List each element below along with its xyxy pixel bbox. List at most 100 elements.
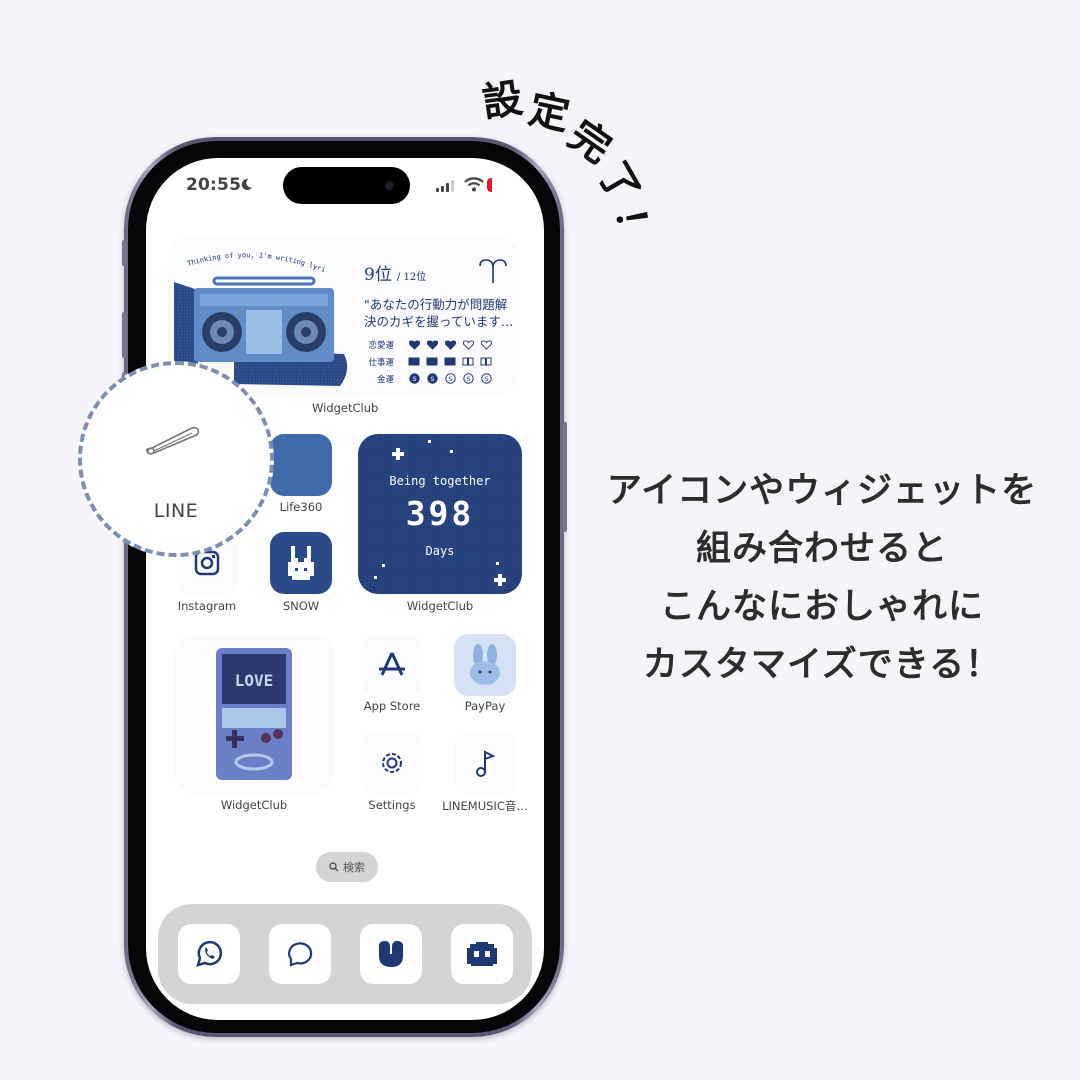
paypay-app-icon[interactable] [454,634,516,696]
caption-line: 組み合わせると [695,529,948,569]
gameboy-widget[interactable]: LOVE [174,634,334,794]
dock-app-whatsapp[interactable] [178,924,240,984]
horoscope-widget[interactable]: Thinking of you, I'm writing lyrics now.… [168,236,520,394]
heart-icon [480,339,492,350]
svg-text:S: S [448,375,452,383]
app-label-settings: Settings [368,798,416,812]
luck-label: 恋愛運 [368,340,394,351]
home-screen: 20:55 Thinking of you, I'm writing lyric… [146,158,544,1020]
app-label-linemusic: LINEMUSIC音… [442,799,528,813]
gear-icon [382,753,402,773]
caption-line: アイコンやウィジェットを [606,471,1038,511]
luck-label: 仕事運 [368,357,394,368]
sparkle-icon [450,450,453,453]
linemusic-app-icon[interactable] [454,732,516,794]
magnifier-label: LINE [153,500,199,522]
svg-text:S: S [412,375,416,383]
svg-text:S: S [484,375,488,383]
coin-icon: S [462,373,474,384]
sparkle-icon [374,576,377,579]
luck-label: 金運 [376,374,394,385]
search-button[interactable]: 検索 [316,852,378,882]
luck-row: 恋愛運 [364,336,514,353]
dock-app-discord[interactable] [451,924,513,984]
sparkle-icon [494,578,506,582]
magnifier-callout: LINE [78,361,274,557]
life360-app-icon[interactable] [270,434,332,496]
caption-line: カスタマイズできる！ [642,645,1002,685]
aries-icon [479,259,507,283]
svg-text:S: S [430,375,434,383]
luck-row: 仕事運 [364,353,514,370]
sparkle-icon [428,440,431,443]
heart-app-icon [379,941,403,967]
coin-icon: S [408,373,420,384]
dock-app-messages[interactable] [269,924,331,984]
volume-up-button [122,312,126,358]
safety-pin-icon [146,426,200,455]
coin-icon: S [480,373,492,384]
book-icon [444,356,456,367]
heart-icon [462,339,474,350]
sparkle-icon [382,564,385,567]
rabbit-icon [288,546,314,580]
horoscope-rank: 9位 / 12位 [364,265,427,285]
headline-char: 設 [479,75,526,127]
book-icon [408,356,420,367]
snow-app-icon[interactable] [270,532,332,594]
action-button [122,240,126,266]
cellular-signal-icon [436,180,454,192]
app-label-instagram: Instagram [177,599,237,613]
days-title: Being together [389,474,491,488]
gameboy-image: LOVE [216,648,292,780]
search-icon [329,862,339,872]
art-caption: Thinking of you, I'm writing lyrics now. [174,252,327,274]
discord-icon [467,942,497,966]
days-count: 398 [405,494,475,533]
heart-icon [408,339,420,350]
app-store-app-icon[interactable] [361,634,423,696]
app-label-snow: SNOW [282,599,320,613]
widget-label: WidgetClub [312,401,379,415]
svg-text:Thinking of you, I'm writing l: Thinking of you, I'm writing lyrics now. [174,252,327,274]
luck-row: 金運 S S S S S [364,370,514,387]
bunny-icon [470,644,500,685]
book-icon [426,356,438,367]
moon-icon [241,178,253,190]
caption-line: こんなにおしゃれに [659,587,984,627]
game-screen-text: LOVE [235,671,274,690]
dock-app-heart[interactable] [360,924,422,984]
side-power-button [563,422,567,532]
search-label: 検索 [343,861,365,874]
heart-icon [444,339,456,350]
whatsapp-icon [196,940,223,967]
app-label-paypay: PayPay [464,699,506,713]
dock [158,904,532,1004]
coin-icon: S [426,373,438,384]
days-counter-widget[interactable]: Being together 398 Days [358,434,522,594]
settings-app-icon[interactable] [361,732,423,794]
app-label-life360: Life360 [279,500,323,514]
music-note-icon [476,750,496,777]
widget-label: WidgetClub [220,798,288,812]
heart-icon [426,339,438,350]
app-store-icon [379,652,405,676]
book-icon [462,356,474,367]
dynamic-island [283,167,410,204]
luck-grid: 恋愛運仕事運金運 S S S S S [364,336,514,387]
headline-char: ！ [605,204,659,252]
svg-text:S: S [466,375,470,383]
days-unit: Days [425,544,455,558]
widget-label: WidgetClub [406,599,474,613]
setup-complete-headline: 設 定 完 了 ！ [478,60,698,251]
sparkle-icon [496,562,499,565]
camera-icon [385,181,394,190]
chat-bubble-icon [288,942,313,967]
status-time: 20:55 [186,175,242,195]
coin-icon: S [444,373,456,384]
headline-char: 定 [524,86,574,140]
caption-text: アイコンやウィジェットを 組み合わせると こんなにおしゃれに カスタマイズできる… [592,462,1052,694]
book-icon [480,356,492,367]
sparkle-icon [392,452,404,456]
horoscope-quote: "あなたの行動力が問題解 決のカギを握っています… [364,297,514,329]
